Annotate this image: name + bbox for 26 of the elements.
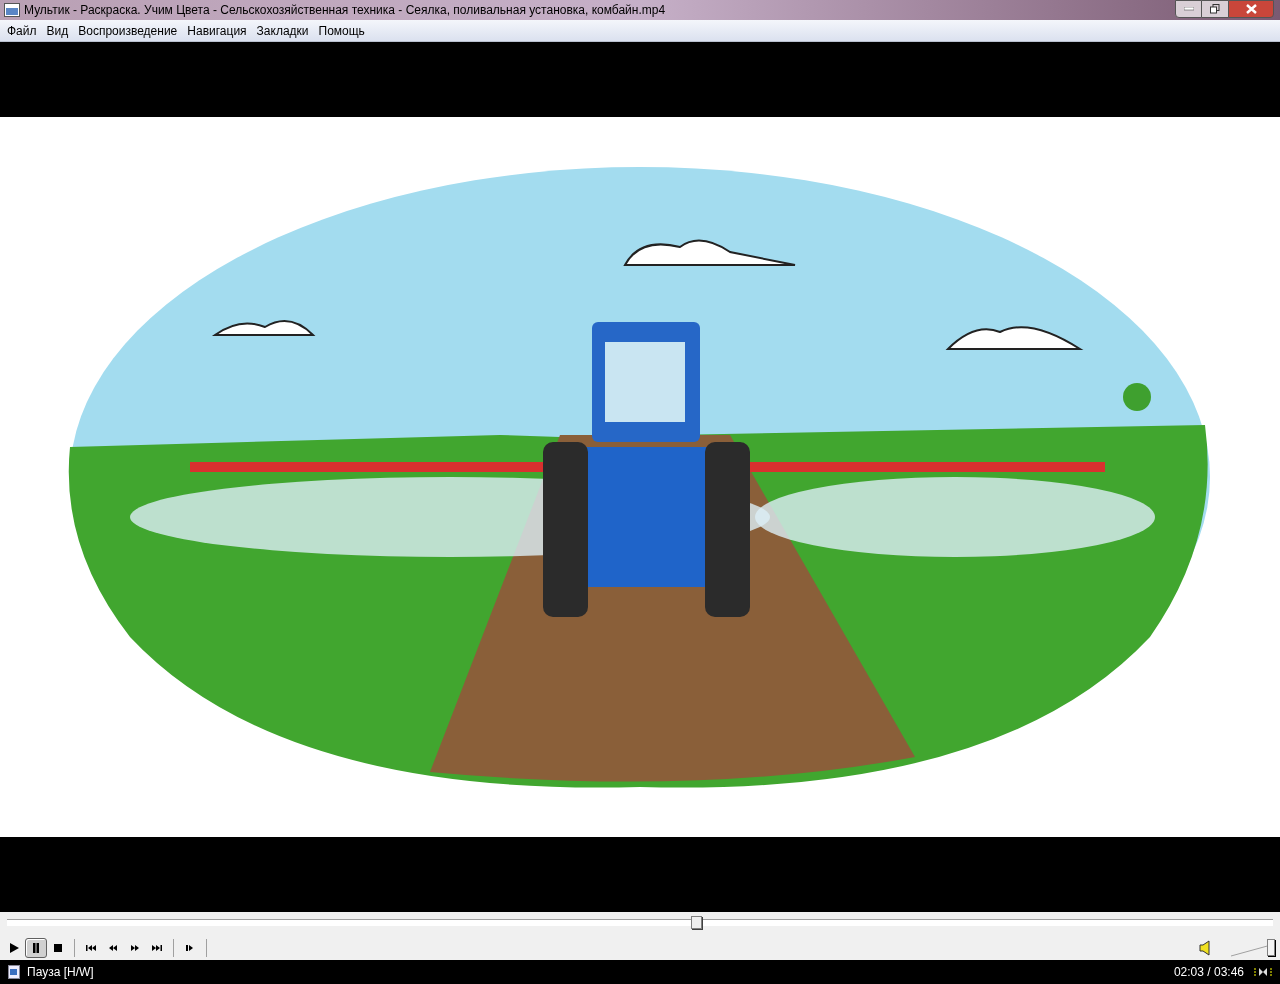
pause-icon — [30, 941, 42, 954]
file-icon — [8, 965, 20, 979]
minimize-button[interactable] — [1175, 0, 1202, 18]
playback-state: Пауза [H/W] — [27, 964, 95, 981]
minimize-icon — [1183, 7, 1194, 11]
stop-icon — [52, 941, 64, 954]
app-icon — [4, 3, 20, 17]
menu-item[interactable]: Закладки — [251, 21, 314, 40]
window-title: Мультик - Раскраска. Учим Цвета - Сельскохозяйственная техника - Сеялка, поливальная установка, комбайн.mp4 — [24, 2, 667, 19]
menu-item[interactable]: Воспроизведение — [73, 21, 183, 40]
speaker-icon[interactable] — [1199, 939, 1211, 956]
close-button[interactable] — [1228, 0, 1274, 18]
restore-button[interactable] — [1202, 0, 1228, 18]
menu-item[interactable]: Помощь — [313, 21, 370, 40]
menu-item[interactable]: Вид — [41, 21, 74, 40]
restore-icon — [1210, 4, 1220, 14]
seek-thumb[interactable] — [690, 916, 702, 929]
volume-thumb[interactable] — [1267, 938, 1275, 956]
pause-button[interactable] — [25, 937, 47, 958]
renderer-icon — [1254, 966, 1272, 978]
close-icon — [1245, 4, 1257, 14]
volume-slider[interactable] — [1231, 938, 1275, 957]
play-icon — [8, 941, 20, 954]
time-display: 02:03 / 03:46 — [1173, 964, 1244, 981]
menu-item[interactable]: Навигация — [182, 21, 252, 40]
menu-item[interactable]: Файл — [2, 21, 42, 40]
